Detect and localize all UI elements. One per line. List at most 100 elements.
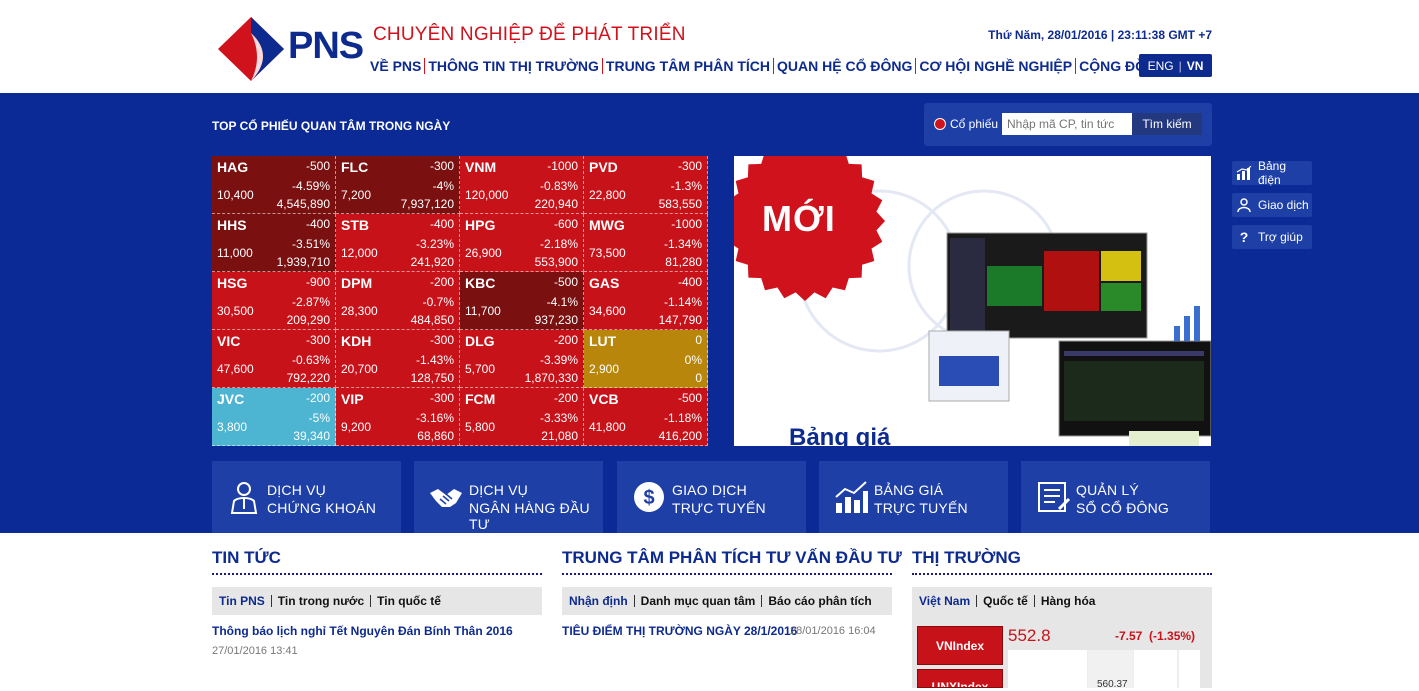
stock-percent: -4% <box>432 179 454 193</box>
stock-cell-vip[interactable]: VIP -300 -3.16% 9,200 68,860 <box>336 388 460 446</box>
stock-cell-stb[interactable]: STB -400 -3.23% 12,000 241,920 <box>336 214 460 272</box>
stock-volume: 484,850 <box>410 313 454 327</box>
stock-symbol: HHS <box>217 217 247 233</box>
pns-logo[interactable]: PNS <box>216 15 364 83</box>
stock-cell-pvd[interactable]: PVD -300 -1.3% 22,800 583,550 <box>584 156 708 214</box>
main-nav: VỀ PNS THÔNG TIN THỊ TRƯỜNG TRUNG TÂM PH… <box>370 58 1170 74</box>
lang-eng[interactable]: ENG <box>1148 59 1174 73</box>
stock-change: -600 <box>553 217 578 231</box>
news-tabs: Tin PNS Tin trong nước Tin quốc tế <box>212 587 542 615</box>
news-item-link[interactable]: Thông báo lịch nghỉ Tết Nguyên Đán Bính … <box>212 624 513 638</box>
tab-danh-muc-quan-tam[interactable]: Danh mục quan tâm <box>633 595 762 607</box>
stock-symbol: KDH <box>341 333 372 349</box>
tab-hang-hoa[interactable]: Hàng hóa <box>1033 595 1102 607</box>
stock-price: 22,800 <box>589 188 626 202</box>
chart-icon <box>1236 166 1252 180</box>
stock-volume: 583,550 <box>658 197 702 211</box>
stock-change: -200 <box>553 333 578 347</box>
analysis-item-link[interactable]: TIÊU ĐIỂM THỊ TRƯỜNG NGÀY 28/1/2016 <box>562 624 797 638</box>
tool-tro-giup[interactable]: ? Trợ giúp <box>1232 225 1312 249</box>
market-index-value: 552.8 <box>1008 626 1051 645</box>
service-line2: NGÂN HÀNG ĐẦU TƯ <box>469 500 590 532</box>
chart-level-label: 560.37 <box>1097 679 1128 690</box>
service-quan-ly-so-co-dong[interactable]: QUẢN LÝ SỔ CỔ ĐÔNG <box>1021 461 1210 533</box>
stock-percent: -1.3% <box>670 179 702 193</box>
service-bang-gia-truc-tuyen[interactable]: BẢNG GIÁ TRỰC TUYẾN <box>819 461 1008 533</box>
stock-price: 5,700 <box>465 362 496 376</box>
nav-ve-pns[interactable]: VỀ PNS <box>370 58 424 74</box>
stock-change: -500 <box>677 391 702 405</box>
stock-cell-mwg[interactable]: MWG -1000 -1.34% 73,500 81,280 <box>584 214 708 272</box>
stock-cell-vnm[interactable]: VNM -1000 -0.83% 120,000 220,940 <box>460 156 584 214</box>
service-line1: BẢNG GIÁ <box>874 482 944 498</box>
tab-bao-cao-phan-tich[interactable]: Báo cáo phân tích <box>761 595 877 607</box>
stock-cell-hhs[interactable]: HHS -400 -3.51% 11,000 1,939,710 <box>212 214 336 272</box>
stock-percent: -2.87% <box>291 295 330 309</box>
tab-tin-trong-nuoc[interactable]: Tin trong nước <box>270 595 370 607</box>
bar-chart-icon <box>835 481 868 513</box>
search-button[interactable]: Tìm kiếm <box>1132 113 1202 135</box>
promo-banner[interactable]: MỚI Bảng giá <box>734 156 1211 446</box>
tab-quoc-te[interactable]: Quốc tế <box>976 595 1034 607</box>
stock-volume: 21,080 <box>541 429 578 443</box>
nav-trung-tam-phan-tich[interactable]: TRUNG TÂM PHÂN TÍCH <box>601 58 773 74</box>
stock-price: 9,200 <box>341 420 372 434</box>
service-chung-khoan[interactable]: DỊCH VỤ CHỨNG KHOÁN <box>212 461 401 533</box>
service-giao-dich-truc-tuyen[interactable]: $ GIAO DỊCH TRỰC TUYẾN <box>617 461 806 533</box>
change-percent: (-1.35%) <box>1149 629 1196 643</box>
service-ngan-hang-dau-tu[interactable]: DỊCH VỤ NGÂN HÀNG ĐẦU TƯ <box>414 461 603 533</box>
tab-viet-nam[interactable]: Việt Nam <box>919 595 976 607</box>
stock-radio-label: Cổ phiếu <box>950 117 999 131</box>
stock-volume: 81,280 <box>665 255 702 269</box>
tab-tin-pns[interactable]: Tin PNS <box>219 595 271 607</box>
tool-bang-dien[interactable]: Bảng điện <box>1232 159 1312 187</box>
stock-cell-dlg[interactable]: DLG -200 -3.39% 5,700 1,870,330 <box>460 330 584 388</box>
tool-giao-dich[interactable]: Giao dịch <box>1232 193 1312 217</box>
service-line2: TRỰC TUYẾN <box>874 500 968 516</box>
service-line2: CHỨNG KHOÁN <box>267 500 377 516</box>
lang-vn[interactable]: VN <box>1187 59 1204 73</box>
stock-percent: 0% <box>684 353 702 367</box>
stock-cell-dpm[interactable]: DPM -200 -0.7% 28,300 484,850 <box>336 272 460 330</box>
vnindex-button[interactable]: VNIndex <box>917 626 1003 665</box>
stock-cell-hpg[interactable]: HPG -600 -2.18% 26,900 553,900 <box>460 214 584 272</box>
nav-thong-tin-thi-truong[interactable]: THÔNG TIN THỊ TRƯỜNG <box>424 58 602 74</box>
tab-nhan-dinh[interactable]: Nhận định <box>569 595 634 607</box>
stock-symbol: FCM <box>465 391 496 407</box>
stock-cell-lut[interactable]: LUT 0 0% 2,900 0 <box>584 330 708 388</box>
stock-cell-hag[interactable]: HAG -500 -4.59% 10,400 4,545,890 <box>212 156 336 214</box>
stock-volume: 937,230 <box>534 313 578 327</box>
stock-cell-kdh[interactable]: KDH -300 -1.43% 20,700 128,750 <box>336 330 460 388</box>
stock-change: -300 <box>429 159 454 173</box>
stock-symbol: JVC <box>217 391 245 407</box>
help-icon: ? <box>1239 229 1249 245</box>
search-input[interactable] <box>1002 113 1132 135</box>
unxindex-button[interactable]: UNXIndex <box>917 669 1003 688</box>
stock-change: -400 <box>305 217 330 231</box>
nav-co-hoi-nghe-nghiep[interactable]: CƠ HỘI NGHỀ NGHIỆP <box>915 58 1075 74</box>
stock-change: -300 <box>429 391 454 405</box>
stock-cell-fcm[interactable]: FCM -200 -3.33% 5,800 21,080 <box>460 388 584 446</box>
tool-label: Bảng điện <box>1258 159 1287 187</box>
tool-label: Trợ giúp <box>1258 230 1303 244</box>
stock-symbol: DPM <box>341 275 373 291</box>
stock-cell-gas[interactable]: GAS -400 -1.14% 34,600 147,790 <box>584 272 708 330</box>
stock-symbol: VNM <box>465 159 497 175</box>
nav-quan-he-co-dong[interactable]: QUAN HỆ CỔ ĐÔNG <box>773 58 915 74</box>
tab-tin-quoc-te[interactable]: Tin quốc tế <box>370 595 447 607</box>
market-title: THỊ TRƯỜNG <box>912 548 1021 567</box>
stock-cell-jvc[interactable]: JVC -200 -5% 3,800 39,340 <box>212 388 336 446</box>
stock-volume: 416,200 <box>658 429 702 443</box>
stock-percent: -5% <box>308 411 330 425</box>
change-value: -7.57 <box>1115 629 1143 643</box>
stock-symbol: FLC <box>341 159 369 175</box>
logo-diamond-icon <box>218 17 284 81</box>
stock-radio[interactable] <box>934 118 946 130</box>
stock-cell-hsg[interactable]: HSG -900 -2.87% 30,500 209,290 <box>212 272 336 330</box>
stock-cell-flc[interactable]: FLC -300 -4% 7,200 7,937,120 <box>336 156 460 214</box>
stock-cell-vic[interactable]: VIC -300 -0.63% 47,600 792,220 <box>212 330 336 388</box>
top-stocks-grid: HAG -500 -4.59% 10,400 4,545,890 FLC -300 -4% 7,… <box>212 156 708 446</box>
stock-cell-kbc[interactable]: KBC -500 -4.1% 11,700 937,230 <box>460 272 584 330</box>
stock-symbol: HSG <box>217 275 248 291</box>
stock-cell-vcb[interactable]: VCB -500 -1.18% 41,800 416,200 <box>584 388 708 446</box>
